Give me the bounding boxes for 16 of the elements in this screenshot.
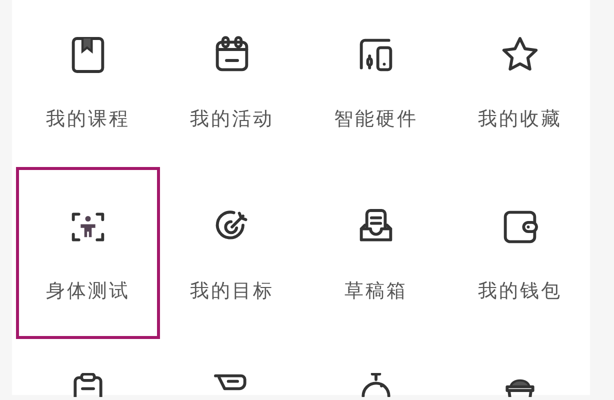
menu-item[interactable]: 我的钱包 bbox=[448, 167, 592, 339]
menu-item[interactable]: 智能硬件 bbox=[304, 0, 448, 167]
menu-item[interactable]: 草稿箱 bbox=[304, 167, 448, 339]
menu-label: 我的课程 bbox=[46, 107, 130, 132]
menu-label: 智能硬件 bbox=[334, 107, 418, 132]
menu-label: 身体测试 bbox=[46, 279, 130, 304]
menu-item[interactable]: 我的活动 bbox=[160, 0, 304, 167]
menu-item[interactable]: 我的收藏 bbox=[448, 0, 592, 167]
menu-item[interactable]: 我的课程 bbox=[16, 0, 160, 167]
menu-item[interactable]: 身体测试 bbox=[16, 167, 160, 339]
menu-label: 我的收藏 bbox=[478, 107, 562, 132]
menu-label: 我的钱包 bbox=[478, 279, 562, 304]
menu-item[interactable]: 我的目标 bbox=[160, 167, 304, 339]
menu-label: 草稿箱 bbox=[344, 279, 408, 304]
menu-label: 我的活动 bbox=[190, 107, 274, 132]
menu-label: 我的目标 bbox=[190, 279, 274, 304]
